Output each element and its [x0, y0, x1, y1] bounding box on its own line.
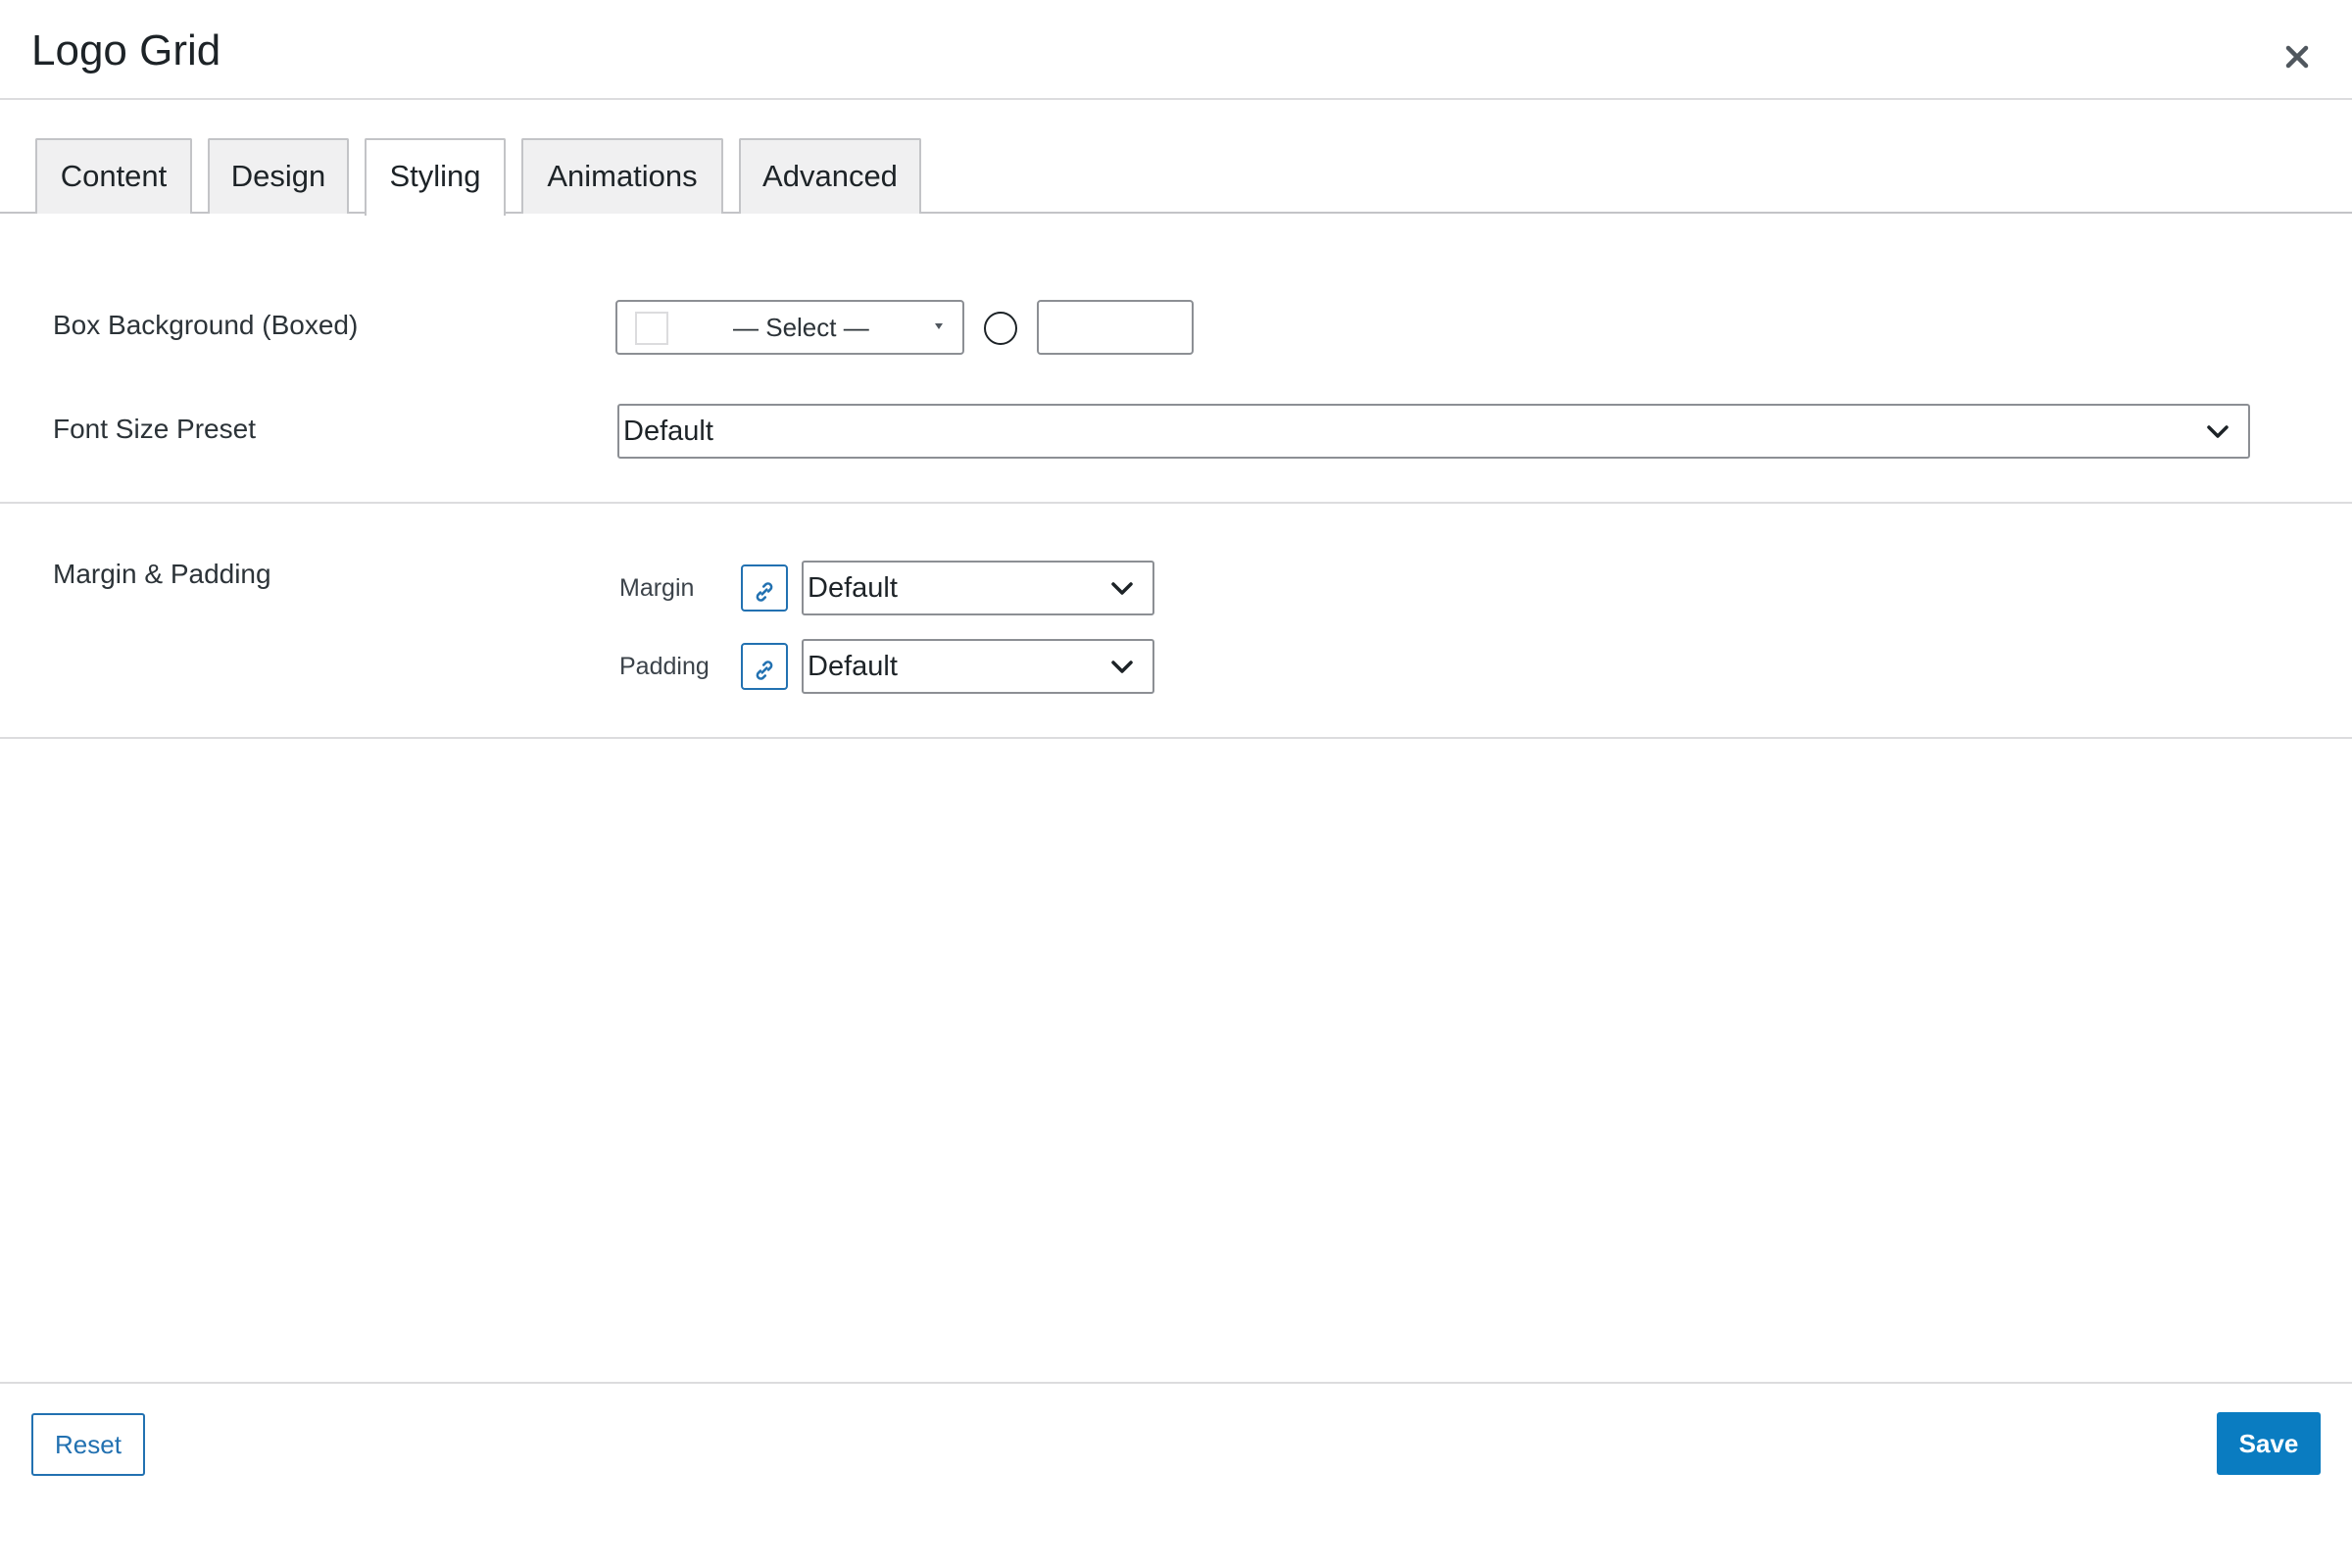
link-icon — [756, 582, 773, 602]
close-button[interactable] — [2272, 25, 2323, 76]
logo-grid-dialog: Logo Grid Content Design Styling Animati… — [0, 0, 2352, 1568]
margin-padding-label: Margin & Padding — [53, 559, 271, 589]
opacity-input[interactable] — [1037, 300, 1194, 355]
tab-advanced[interactable]: Advanced — [739, 138, 921, 214]
font-size-preset-label: Font Size Preset — [53, 414, 256, 444]
color-swatch — [635, 312, 668, 345]
tab-content[interactable]: Content — [35, 138, 192, 214]
tab-bar: Content Design Styling Animations Advanc… — [0, 100, 2352, 216]
tab-design[interactable]: Design — [208, 138, 349, 214]
padding-value: Default — [808, 651, 898, 682]
padding-label: Padding — [619, 653, 710, 680]
color-select-label: — Select — — [733, 313, 869, 342]
styling-section-general: Box Background (Boxed) — Select — Font S… — [0, 214, 2352, 504]
dialog-footer: Reset Save — [0, 1382, 2352, 1568]
font-size-preset-value: Default — [623, 416, 713, 447]
box-background-label: Box Background (Boxed) — [53, 310, 359, 340]
margin-value: Default — [808, 572, 898, 604]
chevron-down-icon — [2207, 425, 2229, 438]
dialog-title: Logo Grid — [31, 26, 221, 74]
dialog-header: Logo Grid — [0, 0, 2352, 100]
padding-link-button[interactable] — [741, 643, 788, 690]
opacity-radio[interactable] — [984, 312, 1017, 345]
margin-label: Margin — [619, 574, 695, 602]
margin-select[interactable]: Default — [802, 561, 1154, 615]
reset-button[interactable]: Reset — [31, 1413, 145, 1476]
link-icon — [756, 661, 773, 680]
tab-styling[interactable]: Styling — [365, 138, 506, 216]
chevron-down-icon — [1111, 661, 1133, 673]
close-icon — [2285, 45, 2309, 69]
font-size-preset-select[interactable]: Default — [617, 404, 2250, 459]
chevron-down-icon — [1111, 582, 1133, 595]
caret-down-icon — [935, 323, 943, 329]
padding-select[interactable]: Default — [802, 639, 1154, 694]
box-background-color-select[interactable]: — Select — — [615, 300, 964, 355]
save-button[interactable]: Save — [2217, 1412, 2321, 1475]
tab-animations[interactable]: Animations — [521, 138, 723, 214]
margin-link-button[interactable] — [741, 564, 788, 612]
styling-section-spacing: Margin & Padding Margin Default Padding — [0, 504, 2352, 739]
